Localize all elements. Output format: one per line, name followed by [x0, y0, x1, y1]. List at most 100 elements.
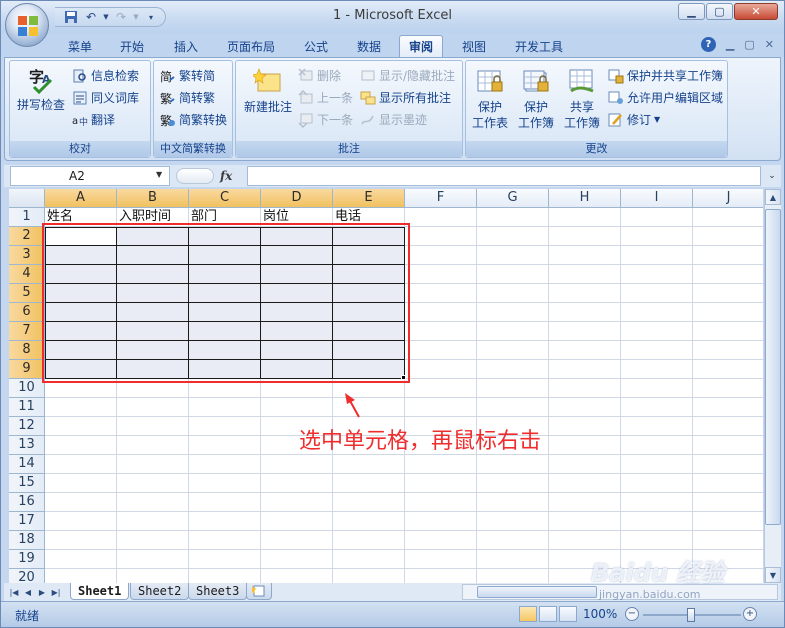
workbook-close-icon[interactable]: ✕ — [765, 38, 774, 51]
tab-insert[interactable]: 插入 — [165, 35, 207, 57]
protect-sheet-icon — [477, 70, 503, 92]
insert-function-button[interactable]: fx — [220, 169, 232, 183]
help-icon[interactable]: ? — [700, 37, 716, 52]
track-changes-button[interactable]: 修订 ▼ — [608, 111, 660, 128]
ribbon-restore-icon[interactable]: ▢ — [744, 38, 754, 51]
track-changes-dropdown-icon[interactable]: ▼ — [654, 115, 660, 124]
spelling-button[interactable]: 字 A 拼写检查 — [16, 65, 66, 113]
protect-sheet-button[interactable]: 保护 工作表 — [470, 67, 510, 131]
close-button[interactable]: ✕ — [734, 3, 778, 20]
column-header[interactable]: G — [477, 189, 549, 208]
ribbon-minimize-icon[interactable]: ▁ — [726, 38, 734, 51]
insert-sheet-button[interactable] — [246, 583, 272, 600]
row-header[interactable]: 8 — [9, 341, 45, 360]
tab-review[interactable]: 审阅 — [399, 35, 444, 57]
last-sheet-icon[interactable]: ▶| — [50, 585, 62, 599]
column-header[interactable]: F — [405, 189, 477, 208]
translate-button[interactable]: a中 翻译 — [72, 111, 115, 128]
formula-cancel-enter-button[interactable] — [176, 168, 214, 184]
row-header[interactable]: 10 — [9, 379, 45, 398]
row-header[interactable]: 19 — [9, 550, 45, 569]
select-all-corner[interactable] — [9, 189, 45, 208]
protect-workbook-button[interactable]: 保护 工作簿 — [514, 67, 558, 131]
name-box-dropdown-icon[interactable]: ▼ — [156, 170, 162, 179]
research-button[interactable]: 信息检索 — [72, 67, 139, 84]
tab-view[interactable]: 视图 — [453, 35, 495, 57]
protect-and-share-button[interactable]: 保护并共享工作簿 — [608, 67, 723, 84]
vertical-scroll-thumb[interactable] — [765, 209, 781, 525]
share-workbook-button[interactable]: 共享 工作簿 — [560, 67, 604, 131]
row-header[interactable]: 2 — [9, 227, 45, 246]
horizontal-scroll-thumb[interactable] — [477, 586, 597, 598]
new-comment-button[interactable]: 新建批注 — [240, 67, 296, 115]
tab-developer[interactable]: 开发工具 — [506, 35, 572, 57]
tab-data[interactable]: 数据 — [348, 35, 390, 57]
to-traditional-button[interactable]: 繁 简转繁 — [160, 89, 215, 106]
maximize-button[interactable]: ▢ — [706, 3, 733, 20]
horizontal-scrollbar[interactable] — [462, 584, 778, 600]
show-ink-button[interactable]: 显示墨迹 — [360, 111, 427, 128]
column-header[interactable]: J — [693, 189, 763, 208]
first-sheet-icon[interactable]: |◀ — [8, 585, 20, 599]
row-header[interactable]: 7 — [9, 322, 45, 341]
row-header[interactable]: 18 — [9, 531, 45, 550]
row-header[interactable]: 16 — [9, 493, 45, 512]
thesaurus-button[interactable]: 同义词库 — [72, 89, 139, 106]
column-header[interactable]: A — [45, 189, 117, 208]
next-sheet-icon[interactable]: ▶ — [36, 585, 48, 599]
previous-comment-button[interactable]: 上一条 — [298, 89, 353, 106]
office-button[interactable] — [5, 3, 49, 47]
to-simplified-button[interactable]: 简 繁转简 — [160, 67, 215, 84]
minimize-button[interactable]: ▁ — [678, 3, 705, 20]
zoom-in-icon[interactable]: + — [743, 607, 757, 621]
formula-input[interactable] — [247, 166, 761, 186]
next-comment-button[interactable]: 下一条 — [298, 111, 353, 128]
scroll-down-icon[interactable]: ▼ — [765, 567, 781, 583]
row-header[interactable]: 15 — [9, 474, 45, 493]
row-header[interactable]: 13 — [9, 436, 45, 455]
formula-expand-icon[interactable]: ⌄ — [765, 166, 779, 186]
sheet-tab-1[interactable]: Sheet1 — [70, 583, 130, 600]
row-header[interactable]: 9 — [9, 360, 45, 379]
window-title: 1 - Microsoft Excel — [333, 8, 452, 23]
column-header[interactable]: C — [189, 189, 261, 208]
column-header[interactable]: H — [549, 189, 621, 208]
tab-home[interactable]: 开始 — [111, 35, 153, 57]
name-box[interactable]: A2 — [10, 166, 170, 186]
delete-comment-button[interactable]: 删除 — [298, 67, 341, 84]
column-header[interactable]: I — [621, 189, 693, 208]
row-header[interactable]: 1 — [9, 208, 45, 227]
row-header[interactable]: 20 — [9, 569, 45, 583]
scroll-up-icon[interactable]: ▲ — [765, 189, 781, 205]
row-header[interactable]: 12 — [9, 417, 45, 436]
row-header[interactable]: 6 — [9, 303, 45, 322]
column-header[interactable]: D — [261, 189, 333, 208]
tab-menu[interactable]: 菜单 — [59, 35, 101, 57]
page-break-view-button[interactable] — [559, 606, 577, 622]
prev-sheet-icon[interactable]: ◀ — [22, 585, 34, 599]
sheet-tab-2[interactable]: Sheet2 — [130, 583, 190, 600]
office-logo-icon — [18, 16, 38, 36]
column-header[interactable]: B — [117, 189, 189, 208]
normal-view-button[interactable] — [519, 606, 537, 622]
allow-users-edit-button[interactable]: 允许用户编辑区域 — [608, 89, 723, 106]
row-header[interactable]: 4 — [9, 265, 45, 284]
row-header[interactable]: 17 — [9, 512, 45, 531]
row-header[interactable]: 5 — [9, 284, 45, 303]
zoom-slider-knob[interactable] — [687, 608, 695, 622]
row-header[interactable]: 14 — [9, 455, 45, 474]
row-header[interactable]: 3 — [9, 246, 45, 265]
sheet-tab-3[interactable]: Sheet3 — [188, 583, 248, 600]
zoom-out-icon[interactable]: − — [625, 607, 639, 621]
vertical-scrollbar[interactable]: ▲ ▼ — [764, 189, 781, 583]
show-hide-comment-button[interactable]: 显示/隐藏批注 — [360, 67, 455, 84]
show-all-comments-button[interactable]: 显示所有批注 — [360, 89, 451, 106]
column-header[interactable]: E — [333, 189, 405, 208]
zoom-level[interactable]: 100% — [583, 607, 617, 621]
page-layout-view-button[interactable] — [539, 606, 557, 622]
row-header[interactable]: 11 — [9, 398, 45, 417]
worksheet-grid[interactable]: ABCDEFGHIJ 1 2 3 4 5 6 7 8 9 10 11 12 13 14 15 16 17 18 19… — [9, 189, 763, 583]
chinese-convert-button[interactable]: 繁 简繁转换 — [160, 111, 227, 128]
tab-page-layout[interactable]: 页面布局 — [218, 35, 284, 57]
tab-formulas[interactable]: 公式 — [295, 35, 337, 57]
